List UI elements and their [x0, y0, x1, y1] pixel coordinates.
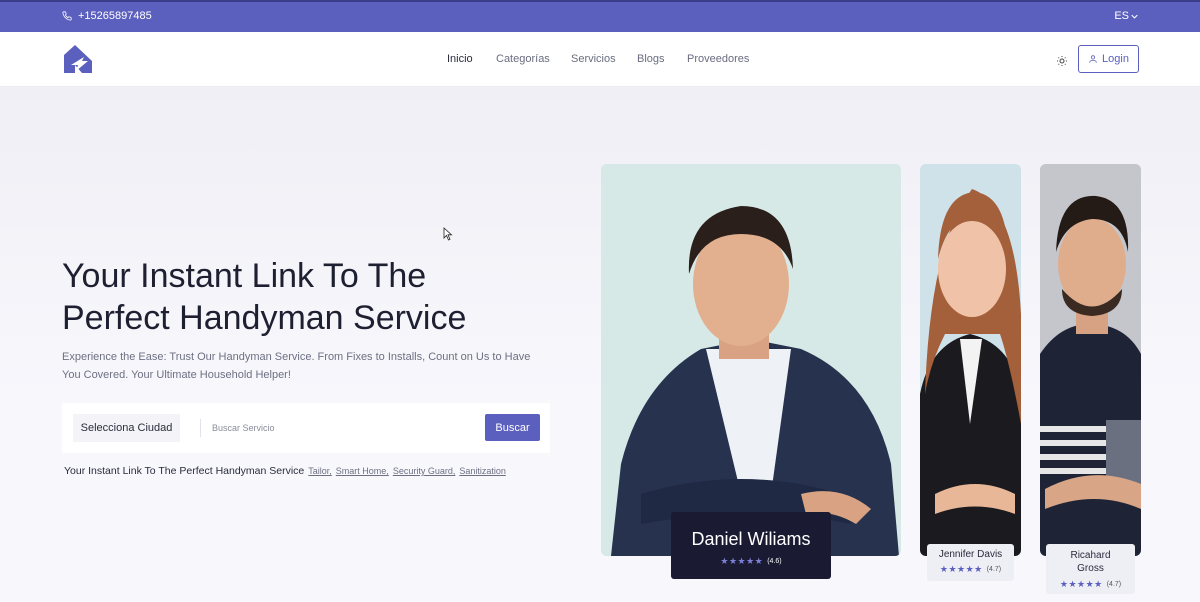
provider-rating: ★★★★★ (4.6) — [671, 556, 831, 567]
language-label: ES — [1114, 10, 1129, 22]
search-bar: Selecciona Ciudad Buscar — [62, 403, 550, 453]
user-icon — [1089, 55, 1097, 63]
search-button[interactable]: Buscar — [485, 414, 540, 441]
login-label: Login — [1102, 53, 1129, 65]
city-select-button[interactable]: Selecciona Ciudad — [73, 414, 180, 442]
star-rating-icon: ★★★★★ — [720, 556, 764, 566]
service-tags: Tailor, Smart Home, Security Guard, Sani… — [308, 466, 506, 476]
provider-label-daniel: Daniel Wiliams ★★★★★ (4.6) — [671, 512, 831, 579]
provider-name: Jennifer Davis — [938, 549, 1003, 560]
search-divider — [200, 419, 201, 437]
phone-icon — [62, 11, 72, 21]
nav-blogs[interactable]: Blogs — [637, 53, 665, 65]
phone-number: +15265897485 — [78, 10, 152, 22]
provider-photo — [1040, 164, 1141, 556]
language-selector[interactable]: ES — [1114, 10, 1138, 22]
hero-subtitle: Experience the Ease: Trust Our Handyman … — [62, 351, 531, 381]
provider-label-jennifer: Jennifer Davis ★★★★★ (4.7) — [927, 544, 1014, 581]
login-button[interactable]: Login — [1078, 45, 1139, 73]
provider-rating: ★★★★★ (4.7) — [927, 564, 1014, 575]
provider-photo — [920, 164, 1021, 556]
tag-security-guard[interactable]: Security Guard, — [393, 466, 456, 476]
nav-inicio[interactable]: Inicio — [447, 53, 473, 65]
provider-rating: ★★★★★ (4.7) — [1046, 579, 1135, 590]
star-rating-icon: ★★★★★ — [1059, 579, 1103, 589]
mouse-cursor-icon — [443, 227, 453, 241]
rating-value: (4.7) — [986, 566, 1002, 573]
service-search-input[interactable] — [212, 418, 472, 438]
tagline-text: Your Instant Link To The Perfect Handyma… — [64, 465, 305, 477]
provider-card-main[interactable] — [601, 164, 901, 556]
provider-name: Daniel Wiliams — [691, 529, 811, 549]
tag-tailor[interactable]: Tailor, — [308, 466, 332, 476]
top-bar: +15265897485 ES — [0, 0, 1200, 32]
provider-name: Ricahard Gross — [1070, 550, 1111, 574]
rating-value: (4.6) — [767, 558, 782, 565]
house-logo-icon[interactable] — [62, 43, 94, 75]
main-header: Inicio Categorías Servicios Blogs Provee… — [0, 32, 1200, 87]
star-rating-icon: ★★★★★ — [939, 564, 983, 574]
tag-sanitization[interactable]: Sanitization — [459, 466, 506, 476]
nav-proveedores[interactable]: Proveedores — [687, 53, 749, 65]
provider-label-ricahard: Ricahard Gross ★★★★★ (4.7) — [1046, 544, 1135, 594]
popular-services: Your Instant Link To The Perfect Handyma… — [64, 465, 506, 477]
sun-icon[interactable] — [1056, 54, 1068, 66]
rating-value: (4.7) — [1106, 581, 1122, 588]
tag-smart-home[interactable]: Smart Home, — [336, 466, 389, 476]
provider-card-2[interactable] — [920, 164, 1021, 556]
phone-contact[interactable]: +15265897485 — [62, 10, 152, 22]
hero-title: Your Instant Link To The Perfect Handyma… — [62, 257, 467, 337]
nav-servicios[interactable]: Servicios — [571, 53, 616, 65]
nav-categorias[interactable]: Categorías — [496, 53, 550, 65]
chevron-down-icon — [1131, 14, 1138, 19]
provider-card-3[interactable] — [1040, 164, 1141, 556]
provider-photo — [601, 164, 901, 556]
